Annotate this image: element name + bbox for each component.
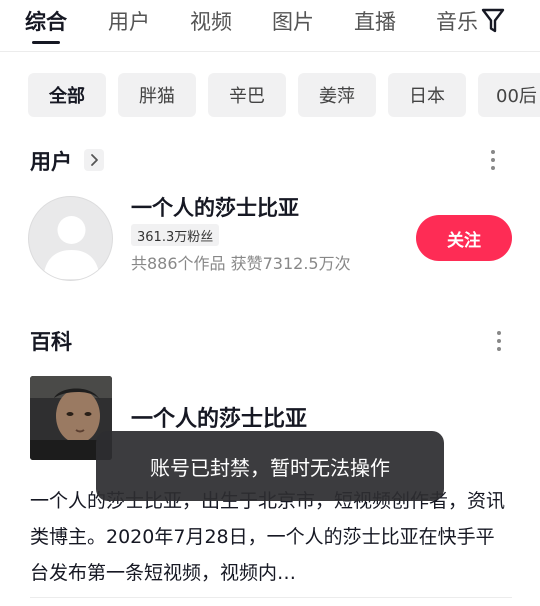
divider: [30, 597, 512, 598]
account-banned-toast: 账号已封禁，暂时无法操作: [96, 431, 444, 501]
follow-button[interactable]: 关注: [416, 215, 512, 261]
user-stats: 共886个作品 获赞7312.5万次: [131, 254, 351, 273]
chip-all[interactable]: 全部: [28, 73, 106, 117]
more-vertical-icon[interactable]: [488, 148, 498, 172]
chip-keyword[interactable]: 姜萍: [298, 73, 376, 117]
chip-keyword[interactable]: 日本: [388, 73, 466, 117]
wiki-section-title: 百科: [30, 330, 72, 354]
tab-users[interactable]: 用户: [108, 6, 150, 36]
active-tab-indicator: [32, 41, 60, 44]
tab-videos[interactable]: 视频: [190, 6, 232, 36]
wiki-entry-name[interactable]: 一个人的莎士比亚: [131, 401, 307, 433]
tab-comprehensive[interactable]: 综合: [25, 6, 67, 36]
default-avatar-icon: [43, 216, 100, 279]
tab-images[interactable]: 图片: [272, 6, 314, 36]
search-tabs-bar: 综合 用户 视频 图片 直播 音乐: [0, 0, 540, 52]
chip-keyword[interactable]: 辛巴: [208, 73, 286, 117]
tab-live[interactable]: 直播: [354, 6, 396, 36]
chevron-right-icon[interactable]: [84, 149, 104, 171]
more-vertical-icon[interactable]: [494, 329, 504, 353]
user-name[interactable]: 一个人的莎士比亚: [131, 192, 299, 222]
user-section-title[interactable]: 用户: [30, 146, 72, 176]
user-avatar[interactable]: [28, 196, 113, 281]
tab-music[interactable]: 音乐: [436, 6, 478, 36]
fans-count-badge: 361.3万粉丝: [131, 224, 220, 246]
chip-keyword[interactable]: 00后: [478, 73, 540, 117]
filter-icon[interactable]: [481, 8, 505, 34]
keyword-chips: 全部 胖猫 辛巴 姜萍 日本 00后: [0, 73, 540, 117]
chip-keyword[interactable]: 胖猫: [118, 73, 196, 117]
